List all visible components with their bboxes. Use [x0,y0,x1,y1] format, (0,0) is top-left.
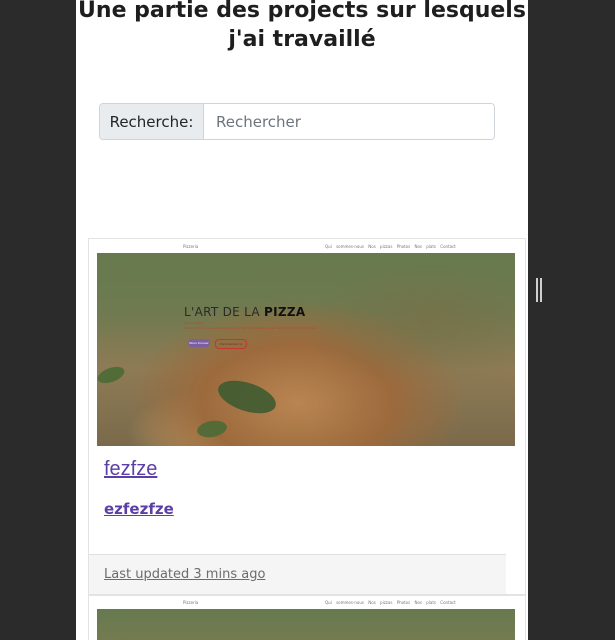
project-subtitle-link[interactable]: ezfezfze [104,500,174,518]
preview-primary-button: Nous trouver [188,339,210,347]
viewer-background [528,0,615,640]
preview-hero-title: L'ART DE LA PIZZA [184,305,306,319]
preview-hero-subtitle: Depuis 1975 [184,321,203,325]
page-container: Une partie des projects sur lesquels j'a… [76,0,528,640]
search-input[interactable] [204,104,494,139]
page-title: Une partie des projects sur lesquels j'a… [78,0,526,52]
basil-leaf [97,363,127,387]
pizza-photo [97,609,515,640]
project-preview-image[interactable]: Pizzeria Qui sommes-nous Nos pizzas Phot… [97,241,515,446]
preview-brand: Pizzeria [183,244,199,249]
preview-brand: Pizzeria [183,600,199,605]
pizza-photo: L'ART DE LA PIZZA Depuis 1975 Notre pizz… [97,253,515,446]
project-card: Pizzeria Qui sommes-nous Nos pizzas Phot… [88,238,526,595]
preview-navbar: Pizzeria Qui sommes-nous Nos pizzas Phot… [97,241,515,253]
preview-secondary-button: Commander ici [215,339,247,349]
project-card-footer: Last updated 3 mins ago [89,554,506,594]
preview-nav-links: Qui sommes-nous Nos pizzas Photos Nos pl… [325,600,456,605]
search-label: Recherche: [100,104,204,139]
project-title-link[interactable]: fezfze [104,458,157,481]
basil-leaf [195,418,229,440]
basil-leaf [214,374,280,420]
search-group: Recherche: [99,103,495,140]
preview-navbar: Pizzeria Qui sommes-nous Nos pizzas Phot… [97,597,515,609]
project-preview-image[interactable]: Pizzeria Qui sommes-nous Nos pizzas Phot… [97,597,515,640]
preview-nav-links: Qui sommes-nous Nos pizzas Photos Nos pl… [325,244,456,249]
project-card: Pizzeria Qui sommes-nous Nos pizzas Phot… [88,595,526,640]
last-updated-link[interactable]: Last updated 3 mins ago [104,567,265,582]
preview-hero-text: Notre pizzeria vous accueille dans un ca… [184,326,318,330]
resize-handle[interactable] [536,278,542,302]
